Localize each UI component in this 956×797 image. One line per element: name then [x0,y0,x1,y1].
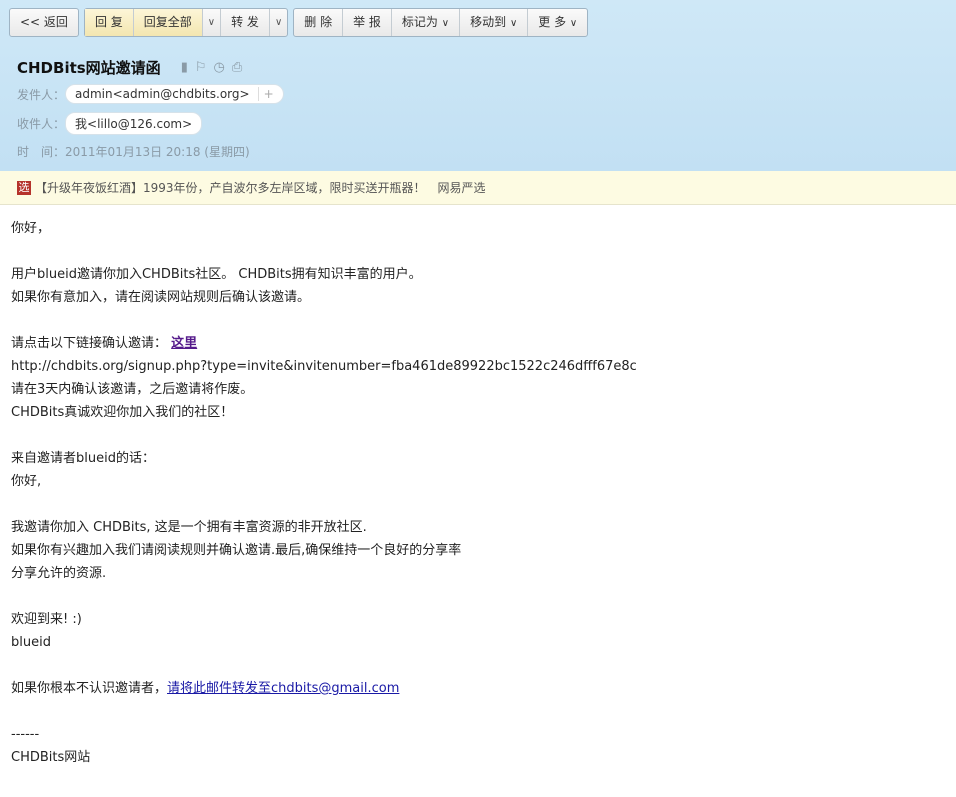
recipient-pill[interactable]: 我<lillo@126.com> [65,112,203,135]
mark-as-button[interactable]: 标记为 ∨ [390,9,459,36]
report-button[interactable]: 举 报 [342,9,391,36]
subject: CHDBits网站邀请函 [17,59,161,77]
body-line: 来自邀请者blueid的话： [11,451,155,466]
toolbar: << 返回 回 复 回复全部 ∨ 转 发 ∨ 删 除 举 报 标记为 ∨ 移动到… [9,8,589,37]
body-line: 欢迎到来! :) [11,612,82,627]
body-line: 请在3天内确认该邀请，之后邀请将作废。 [11,382,254,397]
body-line: 你好， [11,221,51,236]
body-line: 分享允许的资源. [11,566,107,581]
yanxuan-icon: 选 [17,180,31,195]
more-label: 更 多 [538,15,567,29]
time-label: 时 间： [17,145,66,159]
ad-text[interactable]: 【升级年夜饭红酒】1993年份，产自波尔多左岸区域，限时买送开瓶器！ [35,179,426,196]
body-line: CHDBits真诚欢迎你加入我们的社区！ [11,405,234,420]
move-to-button[interactable]: 移动到 ∨ [459,9,527,36]
forward-dropdown-chevron-icon[interactable]: ∨ [268,9,287,36]
body-line: 如果你有意加入，请在阅读网站规则后确认该邀请。 [11,290,311,305]
sender-pill[interactable]: admin<admin@chdbits.org> + [65,84,284,104]
chevron-down-icon: ∨ [441,18,450,29]
forward-email-link[interactable]: 请将此邮件转发至chdbits@gmail.com [167,681,399,696]
signature: CHDBits网站 [11,750,91,765]
body-line: ------ [11,727,40,742]
delete-button[interactable]: 删 除 [294,9,342,36]
bookmark-icon[interactable]: ▮ [181,60,188,75]
reply-button[interactable]: 回 复 [84,9,133,36]
mail-header: << 返回 回 复 回复全部 ∨ 转 发 ∨ 删 除 举 报 标记为 ∨ 移动到… [0,0,956,171]
chevron-down-icon: ∨ [509,18,518,29]
forward-button[interactable]: 转 发 [220,9,269,36]
reply-all-button[interactable]: 回复全部 [132,9,202,36]
body-line: blueid [11,635,51,650]
more-button[interactable]: 更 多 ∨ [527,9,587,36]
to-label: 收件人： [17,117,66,131]
reply-dropdown-chevron-icon[interactable]: ∨ [201,9,220,36]
sender: admin<admin@chdbits.org> [75,87,250,101]
body-line: 如果你有兴趣加入我们请阅读规则并确认邀请.最后,确保维持一个良好的分享率 [11,543,462,558]
from-label: 发件人： [17,87,66,102]
mail-body: 你好， 用户blueid邀请你加入CHDBits社区。 CHDBits拥有知识丰… [0,205,956,781]
chevron-down-icon: ∨ [569,18,578,29]
add-contact-icon[interactable]: + [257,87,274,101]
print-icon[interactable]: ⎙ [232,60,242,75]
back-button[interactable]: << 返回 [10,9,78,36]
body-line: 请点击以下链接确认邀请： [11,336,168,351]
confirm-link[interactable]: 这里 [171,336,197,351]
time: 2011年01月13日 20:18 (星期四) [65,145,250,159]
body-line: 我邀请你加入 CHDBits, 这是一个拥有丰富资源的非开放社区. [11,520,367,535]
body-line: 如果你根本不认识邀请者， [11,681,168,696]
mark-label: 标记为 [401,15,438,29]
ad-banner[interactable]: 选 【升级年夜饭红酒】1993年份，产自波尔多左岸区域，限时买送开瓶器！ 网易严… [0,171,956,205]
ad-source[interactable]: 网易严选 [438,179,486,196]
body-line: 用户blueid邀请你加入CHDBits社区。 CHDBits拥有知识丰富的用户… [11,267,422,282]
flag-icon[interactable]: ⚐ [195,60,207,75]
clock-icon[interactable]: ◷ [214,60,225,75]
invite-url: http://chdbits.org/signup.php?type=invit… [11,359,637,374]
body-line: 你好, [11,474,42,489]
move-label: 移动到 [470,15,507,29]
